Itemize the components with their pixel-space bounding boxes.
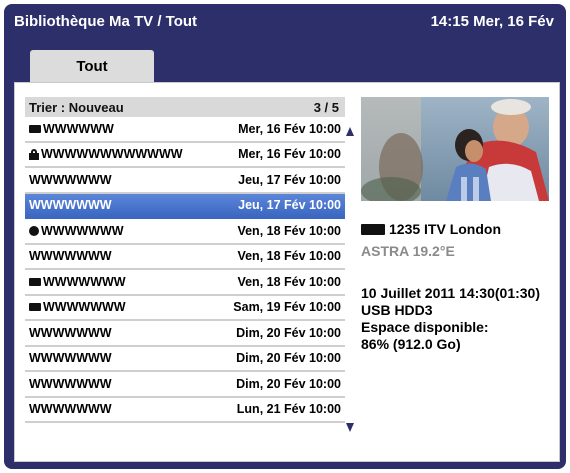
- recording-title: WWWWWWW: [41, 223, 124, 238]
- recording-name: WWWWWWW: [29, 300, 126, 314]
- recording-title: WWWWWWW: [29, 325, 112, 340]
- dot-icon: [29, 225, 39, 236]
- recording-title: WWWWWWWWWWWW: [41, 147, 183, 162]
- video-preview: [361, 97, 549, 201]
- list-item[interactable]: WWWWWWW Dim, 20 Fév 10:00: [25, 347, 345, 372]
- tab-tout[interactable]: Tout: [30, 50, 154, 82]
- list-item[interactable]: WWWWWW Mer, 16 Fév 10:00: [25, 117, 345, 143]
- tv-icon: [361, 223, 385, 235]
- header-clock: 14:15 Mer, 16 Fév: [430, 13, 554, 30]
- recording-name: WWWWWWW: [29, 351, 112, 365]
- list-item[interactable]: WWWWWWW Jeu, 17 Fév 10:00: [25, 193, 345, 219]
- recording-title: WWWWWWW: [29, 249, 112, 264]
- list-item[interactable]: WWWWWWW Dim, 20 Fév 10:00: [25, 372, 345, 398]
- channel-name: 1235 ITV London: [389, 221, 502, 237]
- recording-date: Mer, 16 Fév 10:00: [238, 121, 341, 136]
- record-icon: [29, 124, 41, 133]
- recording-title: WWWWWWW: [29, 402, 112, 417]
- recording-name: WWWWWWW: [29, 173, 112, 187]
- list-item[interactable]: WWWWWWW Lun, 21 Fév 10:00: [25, 398, 345, 423]
- recording-date: Dim, 20 Fév 10:00: [236, 325, 341, 340]
- channel-info: 1235 ITV London: [361, 221, 501, 237]
- tv-frame: Bibliothèque Ma TV / Tout 14:15 Mer, 16 …: [4, 4, 566, 469]
- recording-date: Jeu, 17 Fév 10:00: [238, 198, 341, 213]
- recording-title: WWWWWW: [43, 121, 114, 136]
- satellite-name: ASTRA 19.2°E: [361, 243, 455, 259]
- storage-device: USB HDD3: [361, 302, 433, 318]
- list-item[interactable]: WWWWWWW Jeu, 17 Fév 10:00: [25, 168, 345, 194]
- recording-name: WWWWWWW: [29, 402, 112, 416]
- recording-name: WWWWWWW: [29, 198, 112, 212]
- recording-name: WWWWWWWWWWWW: [29, 147, 183, 161]
- preview-image: [361, 97, 549, 201]
- recording-title: WWWWWWW: [29, 351, 112, 366]
- library-panel: Trier : Nouveau 3 / 5 WWWWWW Mer, 16 Fév …: [14, 82, 560, 462]
- page-indicator: 3 / 5: [313, 99, 339, 115]
- recording-name: WWWWWW: [29, 122, 114, 136]
- recording-date: Ven, 18 Fév 10:00: [237, 249, 341, 264]
- sort-label: Trier : Nouveau: [29, 99, 124, 115]
- scroll-up-arrow-icon[interactable]: [346, 127, 354, 136]
- recording-name: WWWWWWW: [29, 275, 126, 289]
- recording-date: Jeu, 17 Fév 10:00: [238, 172, 341, 187]
- recording-title: WWWWWWW: [43, 274, 126, 289]
- list-item[interactable]: WWWWWWW Ven, 18 Fév 10:00: [25, 245, 345, 270]
- space-label: Espace disponible:: [361, 319, 489, 335]
- recording-date: Ven, 18 Fév 10:00: [237, 223, 341, 238]
- recording-datetime: 10 Juillet 2011 14:30(01:30): [361, 285, 541, 301]
- recording-date: Dim, 20 Fév 10:00: [236, 351, 341, 366]
- list-item[interactable]: WWWWWWW Ven, 18 Fév 10:00: [25, 219, 345, 245]
- record-icon: [29, 277, 41, 286]
- lock-icon: [29, 148, 39, 160]
- space-value: 86% (912.0 Go): [361, 336, 461, 352]
- recording-name: WWWWWWW: [29, 224, 124, 238]
- sort-header[interactable]: Trier : Nouveau 3 / 5: [25, 97, 345, 117]
- recording-name: WWWWWWW: [29, 249, 112, 263]
- recording-date: Mer, 16 Fév 10:00: [238, 147, 341, 162]
- recording-title: WWWWWWW: [29, 198, 112, 213]
- recording-date: Sam, 19 Fév 10:00: [233, 300, 341, 315]
- recording-name: WWWWWWW: [29, 377, 112, 391]
- scroll-down-arrow-icon[interactable]: [346, 423, 354, 432]
- recording-list: Trier : Nouveau 3 / 5 WWWWWW Mer, 16 Fév …: [25, 97, 345, 423]
- header-title: Bibliothèque Ma TV / Tout: [14, 13, 198, 30]
- recording-date: Lun, 21 Fév 10:00: [236, 402, 341, 417]
- list-item[interactable]: WWWWWWWWWWWW Mer, 16 Fév 10:00: [25, 143, 345, 168]
- record-icon: [29, 303, 41, 312]
- recording-title: WWWWWWW: [43, 300, 126, 315]
- list-item[interactable]: WWWWWWW Ven, 18 Fév 10:00: [25, 270, 345, 296]
- recording-name: WWWWWWW: [29, 326, 112, 340]
- recording-title: WWWWWWW: [29, 376, 112, 391]
- list-item[interactable]: WWWWWWW Sam, 19 Fév 10:00: [25, 296, 345, 321]
- recording-date: Dim, 20 Fév 10:00: [236, 376, 341, 391]
- list-item[interactable]: WWWWWWW Dim, 20 Fév 10:00: [25, 321, 345, 347]
- recording-date: Ven, 18 Fév 10:00: [237, 274, 341, 289]
- recording-title: WWWWWWW: [29, 172, 112, 187]
